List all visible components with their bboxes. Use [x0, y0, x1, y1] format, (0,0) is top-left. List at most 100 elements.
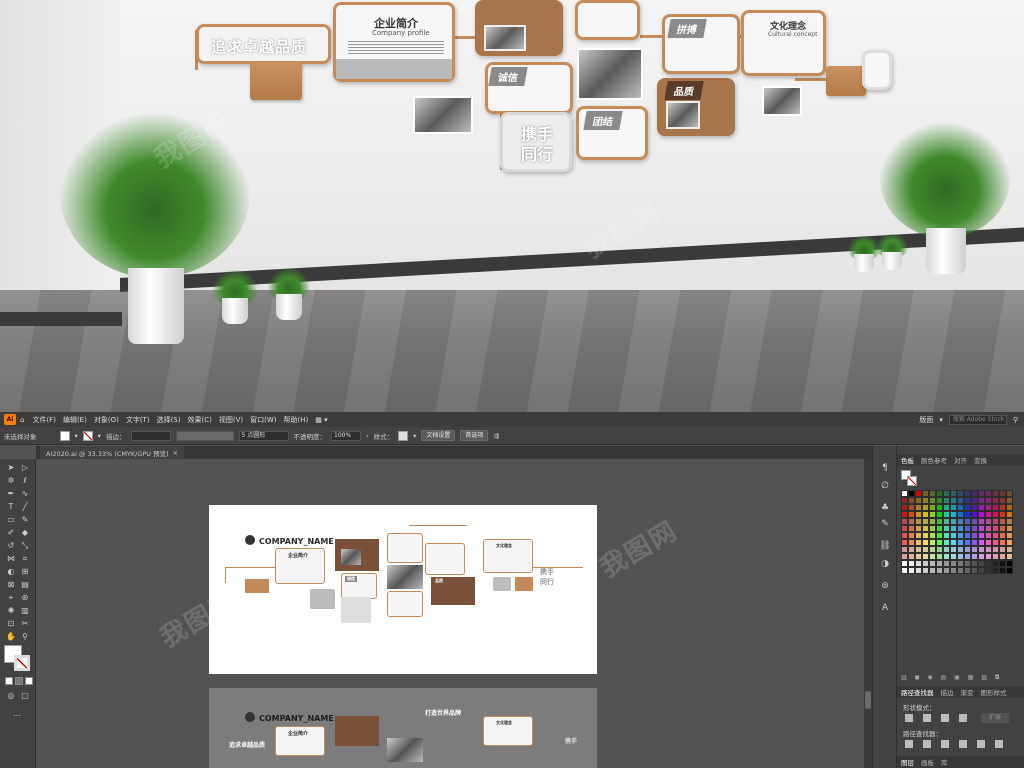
tab-align[interactable]: 对齐 — [954, 455, 967, 465]
color-swatch[interactable] — [999, 518, 1006, 525]
color-swatch[interactable] — [908, 490, 915, 497]
intersect-icon[interactable] — [941, 714, 949, 722]
color-swatch[interactable] — [957, 490, 964, 497]
color-swatch[interactable] — [922, 560, 929, 567]
color-swatch[interactable] — [999, 567, 1006, 574]
color-swatch[interactable] — [957, 525, 964, 532]
canvas-area[interactable]: COMPANY_NAME 企业简介 诚信 品质 文化理念 携手 同行 COMPA… — [36, 459, 872, 768]
color-swatch[interactable] — [957, 546, 964, 553]
chevron-down-icon[interactable]: ▾ — [413, 432, 416, 440]
graphic-style-swatch[interactable] — [398, 430, 409, 441]
color-swatch[interactable] — [936, 497, 943, 504]
lightbulb-icon[interactable]: ⚲ — [1013, 416, 1018, 424]
color-swatch[interactable] — [922, 525, 929, 532]
menu-edit[interactable]: 编辑(E) — [63, 415, 87, 425]
color-swatch[interactable] — [922, 553, 929, 560]
color-swatch[interactable] — [964, 518, 971, 525]
color-swatch[interactable] — [999, 525, 1006, 532]
color-swatch[interactable] — [950, 504, 957, 511]
color-swatch[interactable] — [950, 532, 957, 539]
draw-mode-icon[interactable]: ◎ — [6, 691, 16, 701]
color-swatch[interactable] — [992, 497, 999, 504]
chevron-down-icon[interactable]: ▾ — [75, 432, 78, 440]
crop-icon[interactable] — [959, 740, 967, 748]
color-swatch[interactable] — [908, 525, 915, 532]
color-swatch[interactable] — [929, 497, 936, 504]
direct-selection-tool-icon[interactable]: ▷ — [20, 463, 30, 473]
zoom-tool-icon[interactable]: ⚲ — [20, 632, 30, 642]
color-swatch[interactable] — [957, 511, 964, 518]
merge-icon[interactable] — [941, 740, 949, 748]
color-swatch[interactable] — [922, 511, 929, 518]
color-swatch[interactable] — [971, 567, 978, 574]
width-tool-icon[interactable]: ⋈ — [6, 554, 16, 564]
color-swatch[interactable] — [999, 553, 1006, 560]
color-swatch[interactable] — [971, 546, 978, 553]
color-swatch[interactable] — [992, 525, 999, 532]
fill-color-swatch[interactable] — [59, 430, 70, 441]
color-swatch[interactable] — [957, 518, 964, 525]
arrange-documents-icon[interactable]: ▦ ▾ — [315, 416, 327, 424]
color-swatch[interactable] — [985, 490, 992, 497]
color-swatch[interactable] — [943, 539, 950, 546]
color-swatch[interactable] — [936, 525, 943, 532]
color-swatch[interactable] — [964, 553, 971, 560]
home-icon[interactable]: ⌂ — [20, 416, 24, 424]
color-swatch[interactable] — [950, 546, 957, 553]
color-swatch[interactable] — [1006, 532, 1013, 539]
color-swatch[interactable] — [978, 539, 985, 546]
menu-object[interactable]: 对象(O) — [94, 415, 119, 425]
color-swatch[interactable] — [971, 532, 978, 539]
opentype-icon[interactable]: ∅ — [879, 480, 891, 492]
trim-icon[interactable] — [923, 740, 931, 748]
lasso-tool-icon[interactable]: ℓ — [20, 476, 30, 486]
color-swatch[interactable] — [999, 497, 1006, 504]
color-swatch[interactable] — [901, 511, 908, 518]
free-transform-tool-icon[interactable]: ⌗ — [20, 554, 30, 564]
color-swatch[interactable] — [964, 490, 971, 497]
color-swatch[interactable] — [985, 539, 992, 546]
color-swatch[interactable] — [964, 511, 971, 518]
color-swatch[interactable] — [950, 553, 957, 560]
color-swatch[interactable] — [992, 553, 999, 560]
color-swatch[interactable] — [971, 553, 978, 560]
color-swatch[interactable] — [985, 567, 992, 574]
color-swatch[interactable] — [943, 497, 950, 504]
swatch-panel-actions[interactable]: ▥ ◼ ◉ ▤ ▣ ▦ ▧ ◘ — [901, 674, 1019, 682]
color-swatch[interactable] — [901, 518, 908, 525]
color-swatch[interactable] — [943, 567, 950, 574]
character-icon[interactable]: A — [879, 602, 891, 614]
color-swatch[interactable] — [943, 490, 950, 497]
color-swatch[interactable] — [901, 553, 908, 560]
eyedropper-tool-icon[interactable]: ⌖ — [6, 593, 16, 603]
color-swatch[interactable] — [978, 511, 985, 518]
color-swatch[interactable] — [985, 511, 992, 518]
color-swatch[interactable] — [922, 504, 929, 511]
color-swatch[interactable] — [999, 490, 1006, 497]
tab-transform[interactable]: 变换 — [974, 455, 987, 465]
minus-back-icon[interactable] — [995, 740, 1003, 748]
color-swatch[interactable] — [971, 539, 978, 546]
tab-libraries[interactable]: 库 — [941, 757, 948, 767]
stroke-color-swatch[interactable] — [82, 430, 93, 441]
artboard-1[interactable]: COMPANY_NAME 企业简介 诚信 品质 文化理念 携手 同行 — [209, 505, 597, 674]
menu-effect[interactable]: 效果(C) — [187, 415, 211, 425]
color-swatch[interactable] — [908, 539, 915, 546]
line-tool-icon[interactable]: ╱ — [20, 502, 30, 512]
color-swatch[interactable] — [1006, 490, 1013, 497]
brush-definition-select[interactable]: 5 点圆形 — [238, 430, 289, 441]
color-swatch[interactable] — [985, 518, 992, 525]
color-swatch[interactable] — [929, 525, 936, 532]
color-swatch[interactable] — [992, 539, 999, 546]
color-swatch[interactable] — [922, 518, 929, 525]
color-swatch[interactable] — [985, 497, 992, 504]
document-tab[interactable]: AI2020.ai @ 33.33% (CMYK/GPU 预览) × — [40, 446, 185, 459]
color-swatch[interactable] — [915, 546, 922, 553]
color-swatch[interactable] — [950, 518, 957, 525]
color-swatch[interactable] — [950, 511, 957, 518]
tab-pathfinder[interactable]: 路径查找器 — [901, 687, 934, 697]
color-swatch[interactable] — [908, 553, 915, 560]
chevron-right-icon[interactable]: › — [366, 432, 369, 440]
color-swatch[interactable] — [908, 546, 915, 553]
perspective-grid-tool-icon[interactable]: ⊞ — [20, 567, 30, 577]
